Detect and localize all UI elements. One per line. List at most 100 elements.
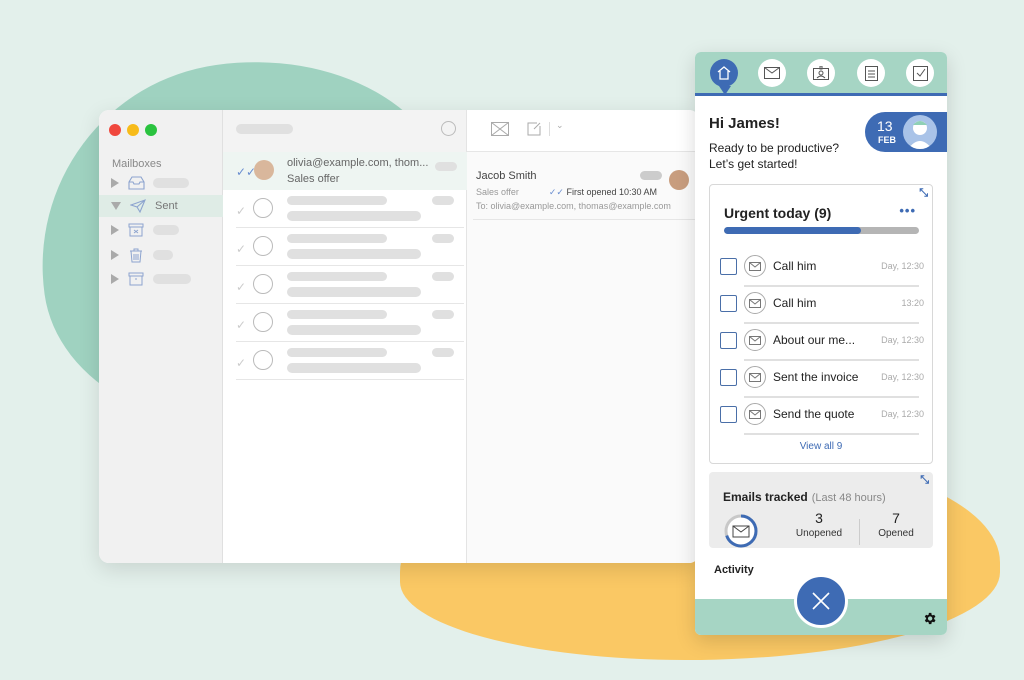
mailbox-trash[interactable] — [99, 244, 223, 266]
chevron-down-icon[interactable]: ⌄ — [556, 120, 564, 131]
close-window-button[interactable] — [109, 124, 121, 136]
mailboxes-label: Mailboxes — [112, 158, 162, 170]
nav-email[interactable] — [758, 59, 786, 87]
avatar-placeholder-icon — [253, 236, 273, 256]
greeting: Hi James! — [709, 115, 780, 132]
mailbox-name-placeholder — [153, 274, 191, 284]
send-icon — [129, 198, 147, 214]
progress-fill — [724, 227, 861, 234]
unopened-label: Unopened — [795, 528, 843, 539]
toolbar-divider — [549, 122, 550, 136]
collapse-arrows-icon[interactable]: ⤡ — [920, 474, 929, 487]
message-list: ✓✓ olivia@example.com, thom... Sales off… — [223, 110, 467, 563]
placeholder — [287, 272, 387, 281]
placeholder — [432, 348, 454, 357]
email-task-icon — [744, 366, 766, 388]
urgent-task-row[interactable]: Call him 13:20 — [720, 287, 928, 324]
mailbox-name-placeholder — [153, 225, 179, 235]
opened-count: 7 — [892, 510, 900, 526]
task-checkbox[interactable] — [720, 369, 737, 386]
check-icon: ✓ — [236, 204, 247, 218]
subtitle-line: Let’s get started! — [709, 157, 798, 171]
task-time: Day, 12:30 — [881, 409, 924, 419]
message-row[interactable]: ✓ — [236, 266, 464, 304]
urgent-task-row[interactable]: About our me... Day, 12:30 — [720, 324, 928, 361]
email-task-icon — [744, 329, 766, 351]
task-label: Call him — [773, 259, 817, 273]
nav-tasks[interactable] — [906, 59, 934, 87]
activity-heading: Activity — [714, 564, 754, 576]
compose-icon[interactable] — [527, 121, 542, 141]
expand-icon[interactable] — [111, 274, 119, 284]
email-icon — [764, 67, 780, 79]
productivity-panel: Hi James! Ready to be productive? Let’s … — [695, 52, 947, 635]
filter-icon[interactable] — [441, 121, 456, 136]
opened-stat[interactable]: 7 Opened — [861, 510, 931, 539]
close-icon — [812, 592, 830, 610]
placeholder — [287, 348, 387, 357]
task-time: Day, 12:30 — [881, 335, 924, 345]
close-panel-button[interactable] — [794, 574, 848, 628]
greeting-subtitle: Ready to be productive? Let’s get starte… — [709, 140, 839, 172]
check-icon: ✓ — [236, 318, 247, 332]
more-options-icon[interactable]: ••• — [899, 203, 916, 218]
inbox-icon — [127, 175, 145, 191]
task-checkbox[interactable] — [720, 258, 737, 275]
message-row[interactable]: ✓ — [236, 228, 464, 266]
minimize-window-button[interactable] — [127, 124, 139, 136]
nav-documents[interactable] — [857, 59, 885, 87]
task-divider — [744, 433, 919, 435]
mailbox-inbox[interactable] — [99, 172, 223, 194]
urgent-task-row[interactable]: Sent the invoice Day, 12:30 — [720, 361, 928, 398]
gear-icon[interactable] — [922, 611, 937, 626]
message-row[interactable]: ✓ — [236, 342, 464, 380]
home-icon — [717, 66, 731, 80]
stat-divider — [859, 519, 860, 545]
urgent-progress-bar — [724, 227, 919, 234]
view-all-link[interactable]: View all 9 — [710, 441, 932, 452]
user-avatar[interactable] — [903, 115, 937, 149]
nav-contacts[interactable] — [807, 59, 835, 87]
maximize-window-button[interactable] — [145, 124, 157, 136]
expand-icon[interactable] — [111, 178, 119, 188]
search-placeholder — [236, 124, 293, 134]
junk-icon — [127, 222, 145, 238]
message-row[interactable]: ✓ — [236, 190, 464, 228]
check-icon: ✓ — [236, 280, 247, 294]
urgent-task-row[interactable]: Send the quote Day, 12:30 — [720, 398, 928, 435]
envelope-icon[interactable] — [491, 122, 509, 141]
collapse-icon[interactable] — [111, 202, 121, 210]
task-checkbox[interactable] — [720, 332, 737, 349]
task-time: Day, 12:30 — [881, 261, 924, 271]
mail-window: Mailboxes Sent ✓✓ olivia@example.com, th… — [99, 110, 699, 563]
collapse-arrows-icon[interactable]: ⤡ — [919, 187, 928, 200]
mailbox-junk[interactable] — [99, 219, 223, 241]
email-task-icon — [744, 255, 766, 277]
mailbox-sidebar: Mailboxes Sent — [99, 110, 223, 563]
expand-icon[interactable] — [111, 225, 119, 235]
mailbox-sent[interactable]: Sent — [99, 195, 223, 217]
nav-home[interactable] — [710, 59, 738, 87]
message-list-toolbar — [223, 110, 466, 152]
double-check-icon: ✓✓ — [236, 165, 257, 179]
expand-icon[interactable] — [111, 250, 119, 260]
placeholder — [432, 310, 454, 319]
task-checkbox[interactable] — [720, 295, 737, 312]
urgent-task-row[interactable]: Call him Day, 12:30 — [720, 250, 928, 287]
urgent-title: Urgent today (9) — [724, 205, 832, 221]
date-badge[interactable]: 13 FEB — [865, 112, 947, 152]
task-label: Send the quote — [773, 407, 855, 421]
placeholder — [287, 310, 387, 319]
check-icon: ✓ — [236, 356, 247, 370]
unopened-stat[interactable]: 3 Unopened — [784, 510, 854, 539]
message-row[interactable]: ✓ — [236, 304, 464, 342]
task-checkbox[interactable] — [720, 406, 737, 423]
archive-icon — [127, 271, 145, 287]
placeholder — [432, 272, 454, 281]
mailbox-archive[interactable] — [99, 268, 223, 290]
message-subject: Sales offer — [287, 173, 340, 185]
contact-card-icon — [813, 66, 829, 80]
message-row-selected[interactable]: ✓✓ olivia@example.com, thom... Sales off… — [223, 152, 467, 190]
email-task-icon — [744, 292, 766, 314]
task-label: Sent the invoice — [773, 370, 859, 384]
